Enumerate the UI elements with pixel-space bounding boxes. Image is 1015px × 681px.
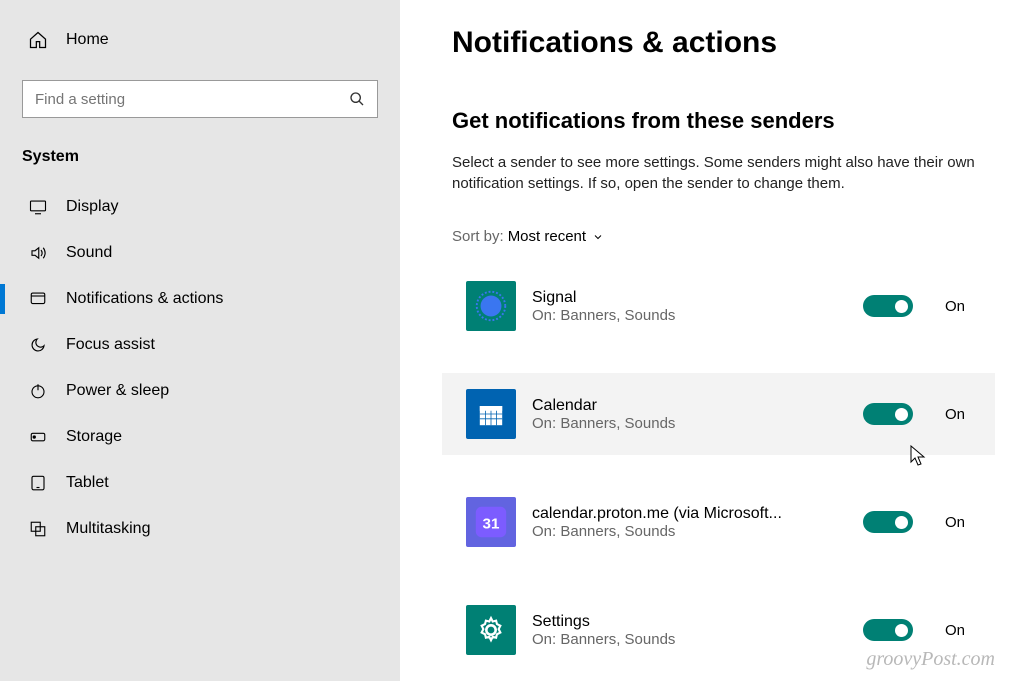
sender-info: CalendarOn: Banners, Sounds xyxy=(532,397,847,432)
sidebar-item-storage[interactable]: Storage xyxy=(0,414,400,460)
sidebar-item-label: Power & sleep xyxy=(66,382,169,400)
sidebar: Home System Display Sound Notifications & … xyxy=(0,0,400,681)
home-button[interactable]: Home xyxy=(0,22,400,58)
toggle-label: On xyxy=(945,298,985,315)
section-label: System xyxy=(0,148,400,184)
sidebar-item-label: Notifications & actions xyxy=(66,290,223,308)
home-icon xyxy=(28,30,48,50)
sidebar-item-label: Sound xyxy=(66,244,112,262)
search-input[interactable] xyxy=(35,91,349,108)
tablet-icon xyxy=(28,474,48,492)
sidebar-item-sound[interactable]: Sound xyxy=(0,230,400,276)
app-icon xyxy=(466,605,516,655)
sender-sub: On: Banners, Sounds xyxy=(532,631,847,648)
app-icon xyxy=(466,389,516,439)
toggle-switch[interactable] xyxy=(863,619,913,641)
sidebar-item-label: Multitasking xyxy=(66,520,150,538)
sender-info: SettingsOn: Banners, Sounds xyxy=(532,613,847,648)
sidebar-item-power-sleep[interactable]: Power & sleep xyxy=(0,368,400,414)
sender-list: SignalOn: Banners, SoundsOnCalendarOn: B… xyxy=(452,265,995,671)
sender-info: calendar.proton.me (via Microsoft...On: … xyxy=(532,505,847,540)
app-icon xyxy=(466,281,516,331)
sender-name: calendar.proton.me (via Microsoft... xyxy=(532,505,812,523)
sort-dropdown[interactable]: Most recent xyxy=(508,228,604,245)
sender-row[interactable]: SignalOn: Banners, Sounds On xyxy=(442,265,995,347)
toggle-label: On xyxy=(945,514,985,531)
display-icon xyxy=(28,198,48,216)
sender-info: SignalOn: Banners, Sounds xyxy=(532,289,847,324)
sort-label: Sort by: xyxy=(452,228,504,245)
watermark: groovyPost.com xyxy=(866,648,995,671)
sort-value: Most recent xyxy=(508,228,586,245)
focus-assist-icon xyxy=(28,336,48,354)
sidebar-item-focus-assist[interactable]: Focus assist xyxy=(0,322,400,368)
sound-icon xyxy=(28,244,48,262)
sidebar-item-label: Tablet xyxy=(66,474,109,492)
sender-row[interactable]: CalendarOn: Banners, Sounds On xyxy=(442,373,995,455)
sender-row[interactable]: 31calendar.proton.me (via Microsoft...On… xyxy=(442,481,995,563)
app-icon: 31 xyxy=(466,497,516,547)
home-label: Home xyxy=(66,31,109,49)
chevron-down-icon xyxy=(592,231,604,243)
power-sleep-icon xyxy=(28,382,48,400)
search-icon xyxy=(349,91,365,107)
sender-sub: On: Banners, Sounds xyxy=(532,523,847,540)
section-subtitle: Get notifications from these senders xyxy=(452,108,995,134)
sender-name: Settings xyxy=(532,613,812,631)
search-container xyxy=(22,80,378,118)
toggle-label: On xyxy=(945,406,985,423)
storage-icon xyxy=(28,428,48,446)
section-description: Select a sender to see more settings. So… xyxy=(452,152,982,194)
sort-by-row: Sort by: Most recent xyxy=(452,228,995,245)
sidebar-item-tablet[interactable]: Tablet xyxy=(0,460,400,506)
sender-name: Signal xyxy=(532,289,812,307)
toggle-label: On xyxy=(945,622,985,639)
sidebar-item-multitasking[interactable]: Multitasking xyxy=(0,506,400,552)
main-content: Notifications & actions Get notification… xyxy=(400,0,1015,681)
svg-text:31: 31 xyxy=(483,516,500,533)
toggle-switch[interactable] xyxy=(863,403,913,425)
sender-sub: On: Banners, Sounds xyxy=(532,307,847,324)
sidebar-item-label: Focus assist xyxy=(66,336,155,354)
notifications-icon xyxy=(28,290,48,308)
sidebar-item-label: Storage xyxy=(66,428,122,446)
sidebar-item-notifications[interactable]: Notifications & actions xyxy=(0,276,400,322)
nav-list: Display Sound Notifications & actions Focus… xyxy=(0,184,400,552)
toggle-switch[interactable] xyxy=(863,511,913,533)
toggle-switch[interactable] xyxy=(863,295,913,317)
page-title: Notifications & actions xyxy=(452,26,995,60)
multitasking-icon xyxy=(28,520,48,538)
sender-name: Calendar xyxy=(532,397,812,415)
search-box[interactable] xyxy=(22,80,378,118)
sidebar-item-label: Display xyxy=(66,198,118,216)
sender-sub: On: Banners, Sounds xyxy=(532,415,847,432)
sidebar-item-display[interactable]: Display xyxy=(0,184,400,230)
